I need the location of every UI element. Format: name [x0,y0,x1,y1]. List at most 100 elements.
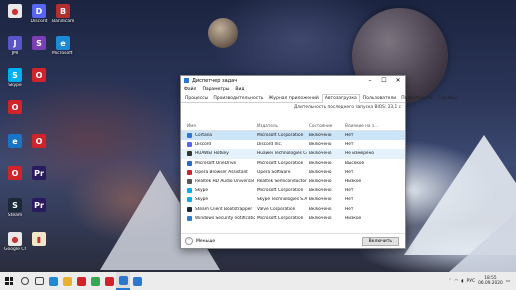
table-row[interactable]: HUAWEI Hotkey Huawei Technologies Co....В… [181,149,405,159]
desktop-shortcut[interactable]: ▮ [28,232,50,247]
column-status[interactable]: Состояние [307,123,343,128]
ie-icon: e [8,134,22,148]
desktop-shortcut[interactable]: eMicrosoft Edge [52,36,74,56]
app-icon [187,215,192,221]
desktop-shortcut[interactable]: Pr [28,198,50,213]
start-button[interactable] [0,272,18,290]
file-icon: ▮ [32,232,46,246]
desktop-shortcut[interactable]: S Skype [4,68,26,88]
fewer-details-label: Меньше [196,238,216,244]
close-icon[interactable]: ✕ [391,76,405,85]
taskbar-button[interactable] [130,272,144,290]
opera-gx-taskbar-icon [104,276,114,286]
system-tray: ˄ ◠ ◖ РУС 18:55 06.09.2020 ▭ [449,276,516,286]
row-name-cell: Windows Security notificatio... [181,215,255,221]
task-manager-icon [184,78,189,83]
column-publisher[interactable]: Издатель [255,123,307,128]
desktop-shortcut[interactable]: B Bandicam [52,4,74,24]
row-impact: Нет [345,169,354,175]
row-status: Включено [309,142,332,148]
table-row[interactable]: Skype Microsoft Corporation Включено Нет [181,186,405,195]
table-row[interactable]: Cortana Microsoft Corporation Включено Нет [181,131,405,141]
desktop-shortcut[interactable]: J JMI [4,36,26,56]
row-publisher: Microsoft Corporation [257,160,304,166]
desktop-shortcut[interactable]: O [28,68,50,83]
table-row[interactable]: Opera Browser Assistant Opera Software Вкл… [181,168,405,177]
minimize-icon[interactable]: – [363,76,377,85]
desktop-shortcut[interactable]: ●Google Chrome [4,232,26,252]
enable-button[interactable]: Включить [361,236,399,246]
network-icon[interactable]: ◠ [454,279,458,284]
window-title: Диспетчер задач [192,77,238,84]
app-icon [187,142,192,148]
table-header: Имя Издатель Состояние Влияние на з... [181,121,405,131]
tab-app-history[interactable]: Журнал приложений [266,95,320,102]
window-footer: ˄ Меньше Включить [181,233,405,248]
tab-processes[interactable]: Процессы [183,95,210,102]
clock[interactable]: 18:55 06.09.2020 [478,276,503,286]
taskbar-button[interactable] [46,272,60,290]
column-name[interactable]: Имя [181,123,255,128]
row-impact: Не измерено [345,151,375,157]
table-row[interactable]: Steam Client Bootstrapper Valve Corporati… [181,205,405,214]
clock-date: 06.09.2020 [478,281,503,286]
desktop-shortcut[interactable]: O [28,134,50,149]
language-indicator[interactable]: РУС [467,279,476,284]
volume-icon[interactable]: ◖ [461,279,463,284]
taskbar-button[interactable] [74,272,88,290]
row-name: Realtek HD Audio Universal ... [195,179,255,185]
fewer-details-button[interactable]: ˄ Меньше [185,237,215,245]
taskbar-button[interactable] [102,272,116,290]
tab-performance[interactable]: Производительность [211,95,265,102]
row-name-cell: Microsoft OneDrive [181,160,255,166]
desktop-shortcut[interactable]: ● [4,4,26,19]
search-icon [21,277,29,285]
menu-file[interactable]: Файл [184,87,196,92]
notifications-icon[interactable]: ▭ [506,279,510,284]
taskbar-button[interactable] [32,272,46,290]
maximize-icon[interactable]: ☐ [377,76,391,85]
task-manager-window[interactable]: Диспетчер задач – ☐ ✕ Файл Параметры Вид… [180,75,457,249]
app-icon [187,151,192,157]
desktop-shortcut-label: Skype [8,83,22,88]
tab-services[interactable]: Службы [436,95,459,102]
premiere-icon-2: Pr [32,198,46,212]
edge-taskbar-icon [48,276,58,286]
menu-view[interactable]: Вид [235,87,244,92]
table-row[interactable]: Windows Security notificatio... Microsoft… [181,214,405,223]
tab-startup[interactable]: Автозагрузка [321,94,360,103]
row-name-cell: Skype [181,197,255,203]
tab-details[interactable]: Подробности [399,95,434,102]
app-icon [187,206,192,212]
row-impact: Низкое [345,179,362,185]
menu-options[interactable]: Параметры [202,87,229,92]
tab-users[interactable]: Пользователи [361,95,398,102]
table-row[interactable]: Skype Skype Technologies S.A. Включено Нет [181,195,405,204]
startup-table: Имя Издатель Состояние Влияние на з... C… [181,121,405,223]
taskbar-button[interactable] [60,272,74,290]
desktop-shortcut[interactable]: D Discord [28,4,50,24]
desktop-shortcut[interactable]: O [4,166,26,181]
desktop-shortcut[interactable]: S [28,36,50,51]
tray-arrow-icon[interactable]: ˄ [449,279,451,284]
column-impact[interactable]: Влияние на з... [343,123,395,128]
row-publisher: Microsoft Corporation [257,215,304,221]
edge-icon: e [56,36,70,50]
table-row[interactable]: Realtek HD Audio Universal ... Realtek Se… [181,177,405,186]
taskbar-button[interactable] [18,272,32,290]
row-name-cell: HUAWEI Hotkey [181,151,255,157]
row-name-cell: Steam Client Bootstrapper [181,206,255,212]
desktop-shortcut[interactable]: S Steam [4,198,26,218]
title-bar[interactable]: Диспетчер задач – ☐ ✕ [181,76,405,85]
desktop-shortcut-label: Microsoft Edge [52,51,74,56]
table-row[interactable]: Microsoft OneDrive Microsoft Corporation В… [181,159,405,168]
desktop-shortcut[interactable]: Pr [28,166,50,181]
table-row[interactable]: Discord Discord Inc. Включено Нет [181,140,405,149]
desktop-shortcut[interactable]: e [4,134,26,149]
desktop-shortcut[interactable]: O [4,100,26,115]
taskbar-button[interactable] [116,272,130,290]
windows-logo-icon [5,277,13,285]
row-name: Windows Security notificatio... [195,215,255,221]
row-publisher: Opera Software [257,169,291,175]
taskbar-button[interactable] [88,272,102,290]
